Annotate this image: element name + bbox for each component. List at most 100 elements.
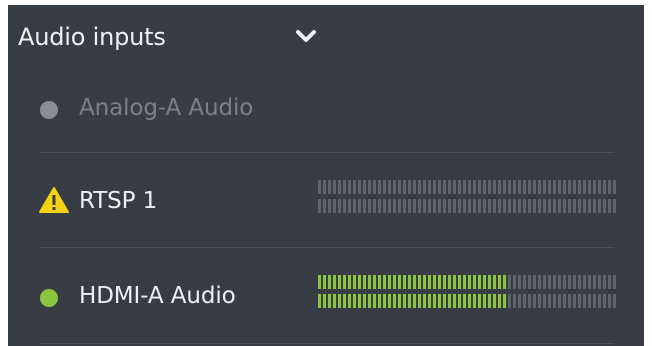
meter-segment — [593, 275, 596, 289]
meter-segment — [438, 294, 441, 308]
meter-segment — [518, 275, 521, 289]
meter-segment — [483, 294, 486, 308]
meter-segment — [613, 294, 616, 308]
panel-title: Audio inputs — [18, 23, 166, 51]
status-dot-icon — [40, 289, 58, 307]
meter-segment — [563, 275, 566, 289]
meter-segment — [488, 199, 491, 213]
meter-segment — [558, 180, 561, 194]
meter-channel — [318, 275, 616, 289]
meter-segment — [603, 180, 606, 194]
meter-segment — [593, 199, 596, 213]
meter-segment — [418, 294, 421, 308]
meter-segment — [573, 275, 576, 289]
meter-segment — [418, 275, 421, 289]
meter-segment — [453, 180, 456, 194]
meter-segment — [473, 180, 476, 194]
meter-segment — [463, 199, 466, 213]
meter-segment — [578, 180, 581, 194]
meter-segment — [483, 275, 486, 289]
meter-segment — [538, 294, 541, 308]
meter-segment — [608, 275, 611, 289]
meter-segment — [548, 275, 551, 289]
meter-segment — [558, 294, 561, 308]
meter-segment — [338, 180, 341, 194]
meter-segment — [488, 294, 491, 308]
meter-segment — [358, 199, 361, 213]
meter-segment — [393, 199, 396, 213]
meter-segment — [528, 294, 531, 308]
meter-segment — [423, 275, 426, 289]
meter-segment — [388, 180, 391, 194]
chevron-down-icon[interactable] — [294, 27, 318, 47]
meter-segment — [443, 180, 446, 194]
meter-segment — [578, 275, 581, 289]
meter-segment — [613, 275, 616, 289]
meter-segment — [408, 199, 411, 213]
meter-segment — [528, 275, 531, 289]
meter-segment — [438, 275, 441, 289]
meter-segment — [473, 275, 476, 289]
meter-segment — [363, 180, 366, 194]
panel-header[interactable]: Audio inputs — [8, 5, 644, 73]
meter-segment — [583, 275, 586, 289]
meter-segment — [593, 294, 596, 308]
meter-segment — [608, 294, 611, 308]
meter-segment — [323, 275, 326, 289]
meter-segment — [403, 180, 406, 194]
meter-segment — [588, 294, 591, 308]
meter-segment — [403, 294, 406, 308]
meter-segment — [573, 180, 576, 194]
meter-segment — [568, 199, 571, 213]
meter-segment — [523, 199, 526, 213]
meter-segment — [543, 294, 546, 308]
meter-segment — [388, 294, 391, 308]
meter-segment — [353, 275, 356, 289]
meter-segment — [428, 294, 431, 308]
meter-segment — [433, 180, 436, 194]
meter-segment — [568, 180, 571, 194]
audio-input-row-rtsp-1[interactable]: RTSP 1 — [8, 153, 644, 247]
meter-segment — [348, 180, 351, 194]
audio-level-meter — [318, 275, 616, 313]
meter-segment — [338, 294, 341, 308]
meter-segment — [423, 180, 426, 194]
meter-segment — [493, 294, 496, 308]
meter-segment — [448, 275, 451, 289]
meter-segment — [588, 199, 591, 213]
meter-segment — [518, 199, 521, 213]
meter-segment — [373, 294, 376, 308]
audio-input-label: HDMI-A Audio — [79, 283, 236, 309]
meter-segment — [393, 275, 396, 289]
meter-segment — [433, 199, 436, 213]
meter-segment — [328, 294, 331, 308]
meter-segment — [468, 275, 471, 289]
meter-segment — [358, 275, 361, 289]
meter-segment — [398, 294, 401, 308]
meter-segment — [558, 199, 561, 213]
audio-input-row-hdmi-a[interactable]: HDMI-A Audio — [8, 248, 644, 342]
meter-segment — [328, 180, 331, 194]
meter-segment — [538, 199, 541, 213]
meter-segment — [343, 180, 346, 194]
meter-segment — [498, 180, 501, 194]
meter-segment — [353, 199, 356, 213]
meter-segment — [443, 199, 446, 213]
meter-segment — [363, 199, 366, 213]
meter-segment — [318, 294, 321, 308]
meter-segment — [608, 180, 611, 194]
meter-segment — [373, 180, 376, 194]
meter-segment — [598, 199, 601, 213]
meter-segment — [423, 199, 426, 213]
meter-segment — [418, 180, 421, 194]
meter-segment — [553, 180, 556, 194]
meter-segment — [608, 199, 611, 213]
meter-segment — [428, 199, 431, 213]
meter-segment — [333, 275, 336, 289]
meter-segment — [573, 199, 576, 213]
meter-segment — [438, 199, 441, 213]
meter-segment — [613, 180, 616, 194]
meter-segment — [443, 294, 446, 308]
meter-segment — [333, 294, 336, 308]
meter-segment — [448, 180, 451, 194]
